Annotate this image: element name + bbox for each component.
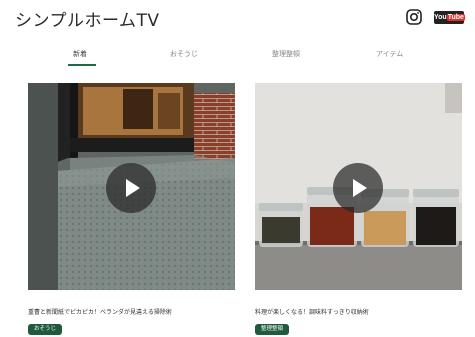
video-card[interactable]: 料理が楽しくなる！調味料すっきり収納術 整理整頓 (255, 83, 462, 335)
video-title[interactable]: 料理が楽しくなる！調味料すっきり収納術 (255, 307, 369, 316)
tab-organizing[interactable]: 整理整頓 (272, 49, 300, 59)
category-tag[interactable]: おそうじ (28, 324, 63, 335)
instagram-icon[interactable] (406, 9, 422, 25)
play-button[interactable] (106, 163, 156, 213)
video-thumbnail[interactable] (28, 83, 235, 290)
youtube-logo-you: You (434, 14, 447, 21)
tab-new[interactable]: 新着 (73, 49, 87, 59)
youtube-icon[interactable]: YouTube (434, 11, 465, 24)
youtube-logo-tube: Tube (446, 14, 465, 21)
site-header: シンプルホームTV YouTube (0, 0, 475, 40)
active-tab-indicator (68, 64, 96, 66)
site-title[interactable]: シンプルホームTV (15, 6, 160, 31)
tab-cleaning[interactable]: おそうじ (170, 49, 198, 59)
play-button[interactable] (333, 163, 383, 213)
video-thumbnail[interactable] (255, 83, 462, 290)
category-tag[interactable]: 整理整頓 (255, 324, 290, 335)
video-title[interactable]: 重曹と新聞紙でピカピカ！ベランダが見違える掃除術 (28, 307, 172, 316)
tab-items[interactable]: アイテム (376, 49, 403, 59)
video-card[interactable]: 重曹と新聞紙でピカピカ！ベランダが見違える掃除術 おそうじ (28, 83, 235, 335)
